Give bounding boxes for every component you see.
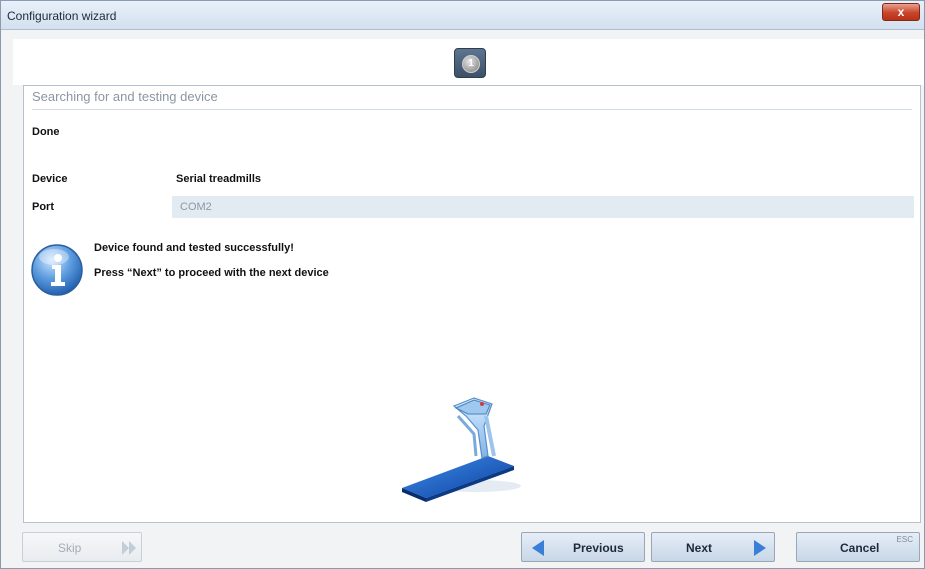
port-label: Port [32, 201, 54, 213]
device-row: Device Serial treadmills [24, 168, 922, 190]
arrow-left-icon [532, 540, 544, 556]
previous-label: Previous [573, 541, 624, 555]
wizard-content-panel: Searching for and testing device Done De… [23, 85, 921, 523]
next-button[interactable]: Next [651, 532, 775, 562]
message-success: Device found and tested successfully! [94, 242, 294, 254]
device-value: Serial treadmills [176, 173, 261, 185]
cancel-label: Cancel [840, 541, 880, 555]
port-field: COM2 [172, 196, 914, 218]
port-value: COM2 [180, 201, 212, 213]
message-instruction: Press “Next” to proceed with the next de… [94, 267, 329, 279]
skip-label: Skip [58, 541, 82, 555]
title-bar: Configuration wizard x [1, 1, 924, 30]
escape-shortcut-hint: ESC [896, 535, 913, 544]
configuration-wizard-window: Configuration wizard x 1 Searching for a… [0, 0, 925, 569]
step-badge[interactable]: 1 [454, 48, 486, 78]
window-title: Configuration wizard [7, 9, 117, 23]
treadmill-illustration [402, 397, 521, 502]
skip-button[interactable]: Skip [22, 532, 142, 562]
section-heading: Searching for and testing device [32, 86, 912, 110]
port-row: Port COM2 [24, 196, 922, 218]
device-label: Device [32, 173, 68, 185]
arrow-right-icon [754, 540, 766, 556]
next-label: Next [686, 541, 713, 555]
step-number: 1 [462, 55, 480, 73]
status-text: Done [32, 126, 60, 138]
previous-button[interactable]: Previous [521, 532, 645, 562]
cancel-button[interactable]: Cancel ESC [796, 532, 920, 562]
close-button[interactable]: x [882, 3, 920, 21]
fast-forward-icon [122, 541, 136, 555]
info-icon [31, 244, 83, 296]
